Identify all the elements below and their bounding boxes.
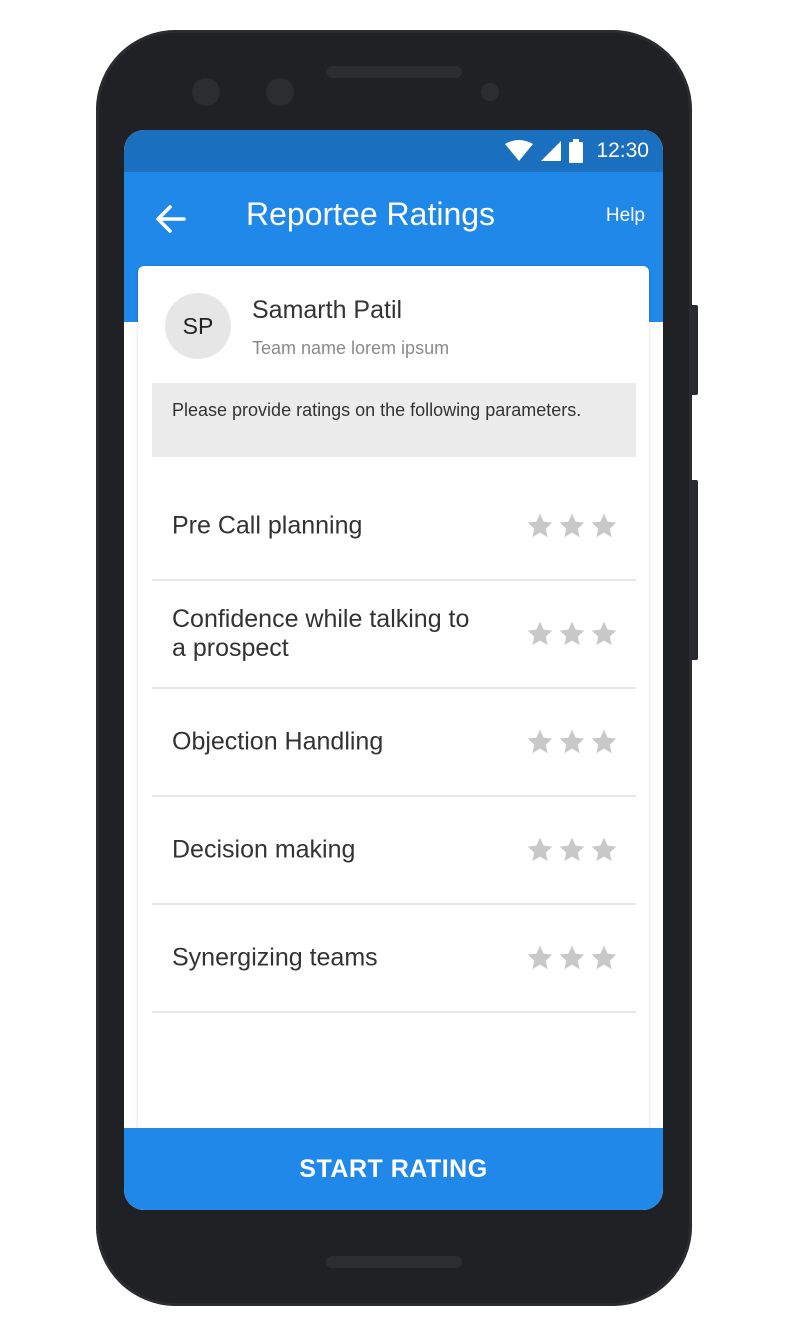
battery-icon [569, 139, 584, 163]
star-icon[interactable] [558, 728, 586, 756]
star-icon[interactable] [526, 944, 554, 972]
parameter-row[interactable]: Synergizing teams [152, 905, 636, 1013]
star-icon[interactable] [590, 836, 618, 864]
power-button [690, 305, 698, 395]
star-icon[interactable] [526, 620, 554, 648]
parameter-label: Objection Handling [172, 727, 384, 756]
instructions-banner: Please provide ratings on the following … [152, 383, 636, 457]
team-name: Team name lorem ipsum [252, 338, 450, 358]
start-rating-button[interactable]: START RATING [124, 1128, 663, 1210]
star-rating[interactable] [526, 836, 618, 864]
star-icon[interactable] [558, 944, 586, 972]
star-rating[interactable] [526, 728, 618, 756]
front-sensor [266, 78, 294, 106]
star-icon[interactable] [526, 728, 554, 756]
star-icon[interactable] [590, 512, 618, 540]
cellular-signal-icon [541, 141, 562, 161]
status-bar: 12:30 [124, 130, 663, 172]
star-icon[interactable] [526, 512, 554, 540]
avatar: SP [165, 293, 231, 359]
parameter-label: Confidence while talking to a prospect [172, 605, 470, 662]
star-rating[interactable] [526, 944, 618, 972]
parameter-label: Decision making [172, 835, 356, 864]
screen: 12:30 Reportee Ratings Help SP Samarth P… [124, 130, 663, 1210]
front-camera [192, 78, 220, 106]
star-icon[interactable] [558, 836, 586, 864]
rating-card: SP Samarth Patil Team name lorem ipsum P… [138, 266, 649, 1210]
bottom-speaker [326, 1256, 462, 1268]
parameter-row[interactable]: Objection Handling [152, 689, 636, 797]
help-button[interactable]: Help [606, 205, 645, 227]
proximity-sensor [481, 83, 499, 101]
earpiece-speaker [326, 66, 462, 78]
parameter-label: Synergizing teams [172, 943, 378, 972]
wifi-icon [505, 140, 534, 161]
parameter-row[interactable]: Decision making [152, 797, 636, 905]
status-time: 12:30 [596, 139, 649, 162]
star-rating[interactable] [526, 512, 618, 540]
star-rating[interactable] [526, 620, 618, 648]
page-title: Reportee Ratings [246, 196, 496, 232]
parameter-label: Pre Call planning [172, 511, 363, 540]
star-icon[interactable] [590, 944, 618, 972]
star-icon[interactable] [558, 620, 586, 648]
parameter-row[interactable]: Pre Call planning [152, 473, 636, 581]
star-icon[interactable] [590, 620, 618, 648]
parameter-list: Pre Call planning Confidence while talki… [152, 473, 636, 1013]
star-icon[interactable] [526, 836, 554, 864]
volume-button [690, 480, 698, 660]
parameter-row[interactable]: Confidence while talking to a prospect [152, 581, 636, 689]
reportee-name: Samarth Patil [252, 296, 403, 324]
star-icon[interactable] [558, 512, 586, 540]
arrow-left-icon[interactable] [154, 202, 188, 236]
avatar-initials: SP [182, 312, 214, 339]
star-icon[interactable] [590, 728, 618, 756]
